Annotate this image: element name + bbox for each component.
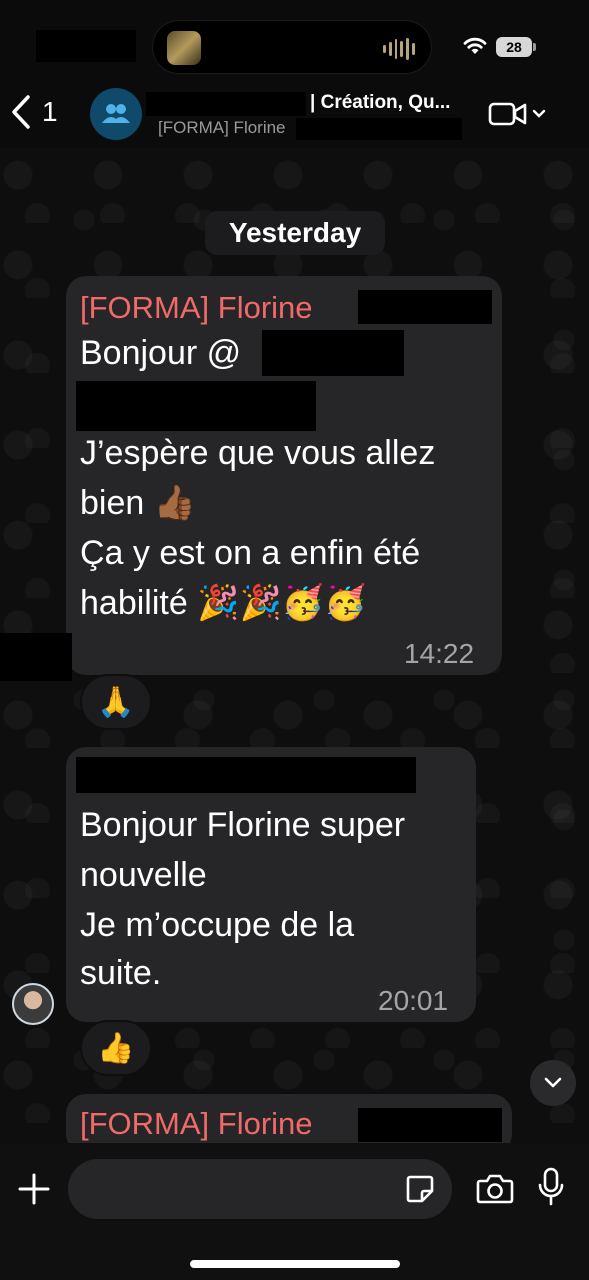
dynamic-island[interactable]: [152, 20, 432, 74]
redacted-subtitle: [296, 118, 462, 140]
group-icon: [102, 104, 130, 123]
video-camera-icon: [488, 102, 527, 126]
message-line: bien 👍🏾: [80, 484, 197, 522]
message-line: nouvelle: [80, 856, 207, 894]
reaction-badge[interactable]: 🙏: [80, 674, 152, 730]
redacted-group-name: [146, 92, 306, 116]
redacted-sender-suffix: [358, 290, 492, 324]
message-time: 14:22: [404, 638, 475, 669]
plus-icon[interactable]: [14, 1169, 54, 1209]
chevron-down-icon: [532, 109, 546, 118]
microphone-icon[interactable]: [536, 1167, 566, 1207]
redacted-time: [36, 30, 136, 62]
scroll-to-bottom-button[interactable]: [530, 1060, 576, 1106]
message-bubble-florine[interactable]: [FORMA] Florine Bonjour @ Marc J’espère …: [66, 276, 502, 675]
group-avatar[interactable]: [90, 88, 142, 140]
chat-title[interactable]: | Création, Qu...: [310, 92, 450, 114]
media-thumb-icon: [167, 31, 201, 65]
back-button[interactable]: 1: [10, 92, 80, 132]
message-line: Bonjour Florine super: [80, 806, 406, 844]
unread-count: 1: [42, 96, 58, 127]
message-line: Je m’occupe de la: [80, 906, 355, 944]
wifi-icon: [463, 37, 487, 54]
message-line: J’espère que vous allez: [80, 434, 436, 472]
sender-name[interactable]: [FORMA] Florine: [80, 290, 313, 326]
message-bubble-reply[interactable]: Bonjour Florine super nouvelle Je m’occu…: [66, 747, 476, 1022]
redacted-sender-suffix: [358, 1108, 502, 1142]
chat-subtitle: [FORMA] Florine: [158, 118, 286, 137]
redacted-mention-line: [76, 381, 316, 431]
chevron-down-icon: [544, 1077, 562, 1088]
redacted-avatar: [0, 633, 72, 681]
reaction-badge[interactable]: 👍: [80, 1020, 152, 1076]
message-line: Ça y est on a enfin été: [80, 534, 421, 572]
message-line: suite.: [80, 954, 162, 992]
video-call-button[interactable]: [488, 98, 550, 130]
avatar[interactable]: [12, 983, 54, 1025]
battery-icon: 28: [496, 37, 532, 57]
audio-wave-icon: [383, 38, 415, 60]
message-composer: [0, 1143, 589, 1280]
chevron-left-icon: [12, 95, 30, 129]
battery-tip: [533, 43, 536, 51]
message-line: Bonjour @: [80, 334, 242, 372]
redacted-sender-name: [76, 757, 416, 793]
camera-icon[interactable]: [476, 1171, 514, 1205]
status-bar: 28: [0, 0, 589, 80]
message-time: 20:01: [378, 985, 449, 1016]
chat-header: 1 | Création, Qu... [FORMA] Florine: [0, 80, 589, 148]
message-input[interactable]: [68, 1159, 452, 1219]
date-separator: Yesterday: [205, 211, 385, 255]
redacted-mention: [262, 330, 404, 376]
message-line: habilité 🎉🎉🥳🥳: [80, 584, 367, 622]
sticker-icon[interactable]: [404, 1173, 436, 1205]
sender-name[interactable]: [FORMA] Florine: [80, 1106, 313, 1142]
home-indicator[interactable]: [190, 1260, 400, 1268]
